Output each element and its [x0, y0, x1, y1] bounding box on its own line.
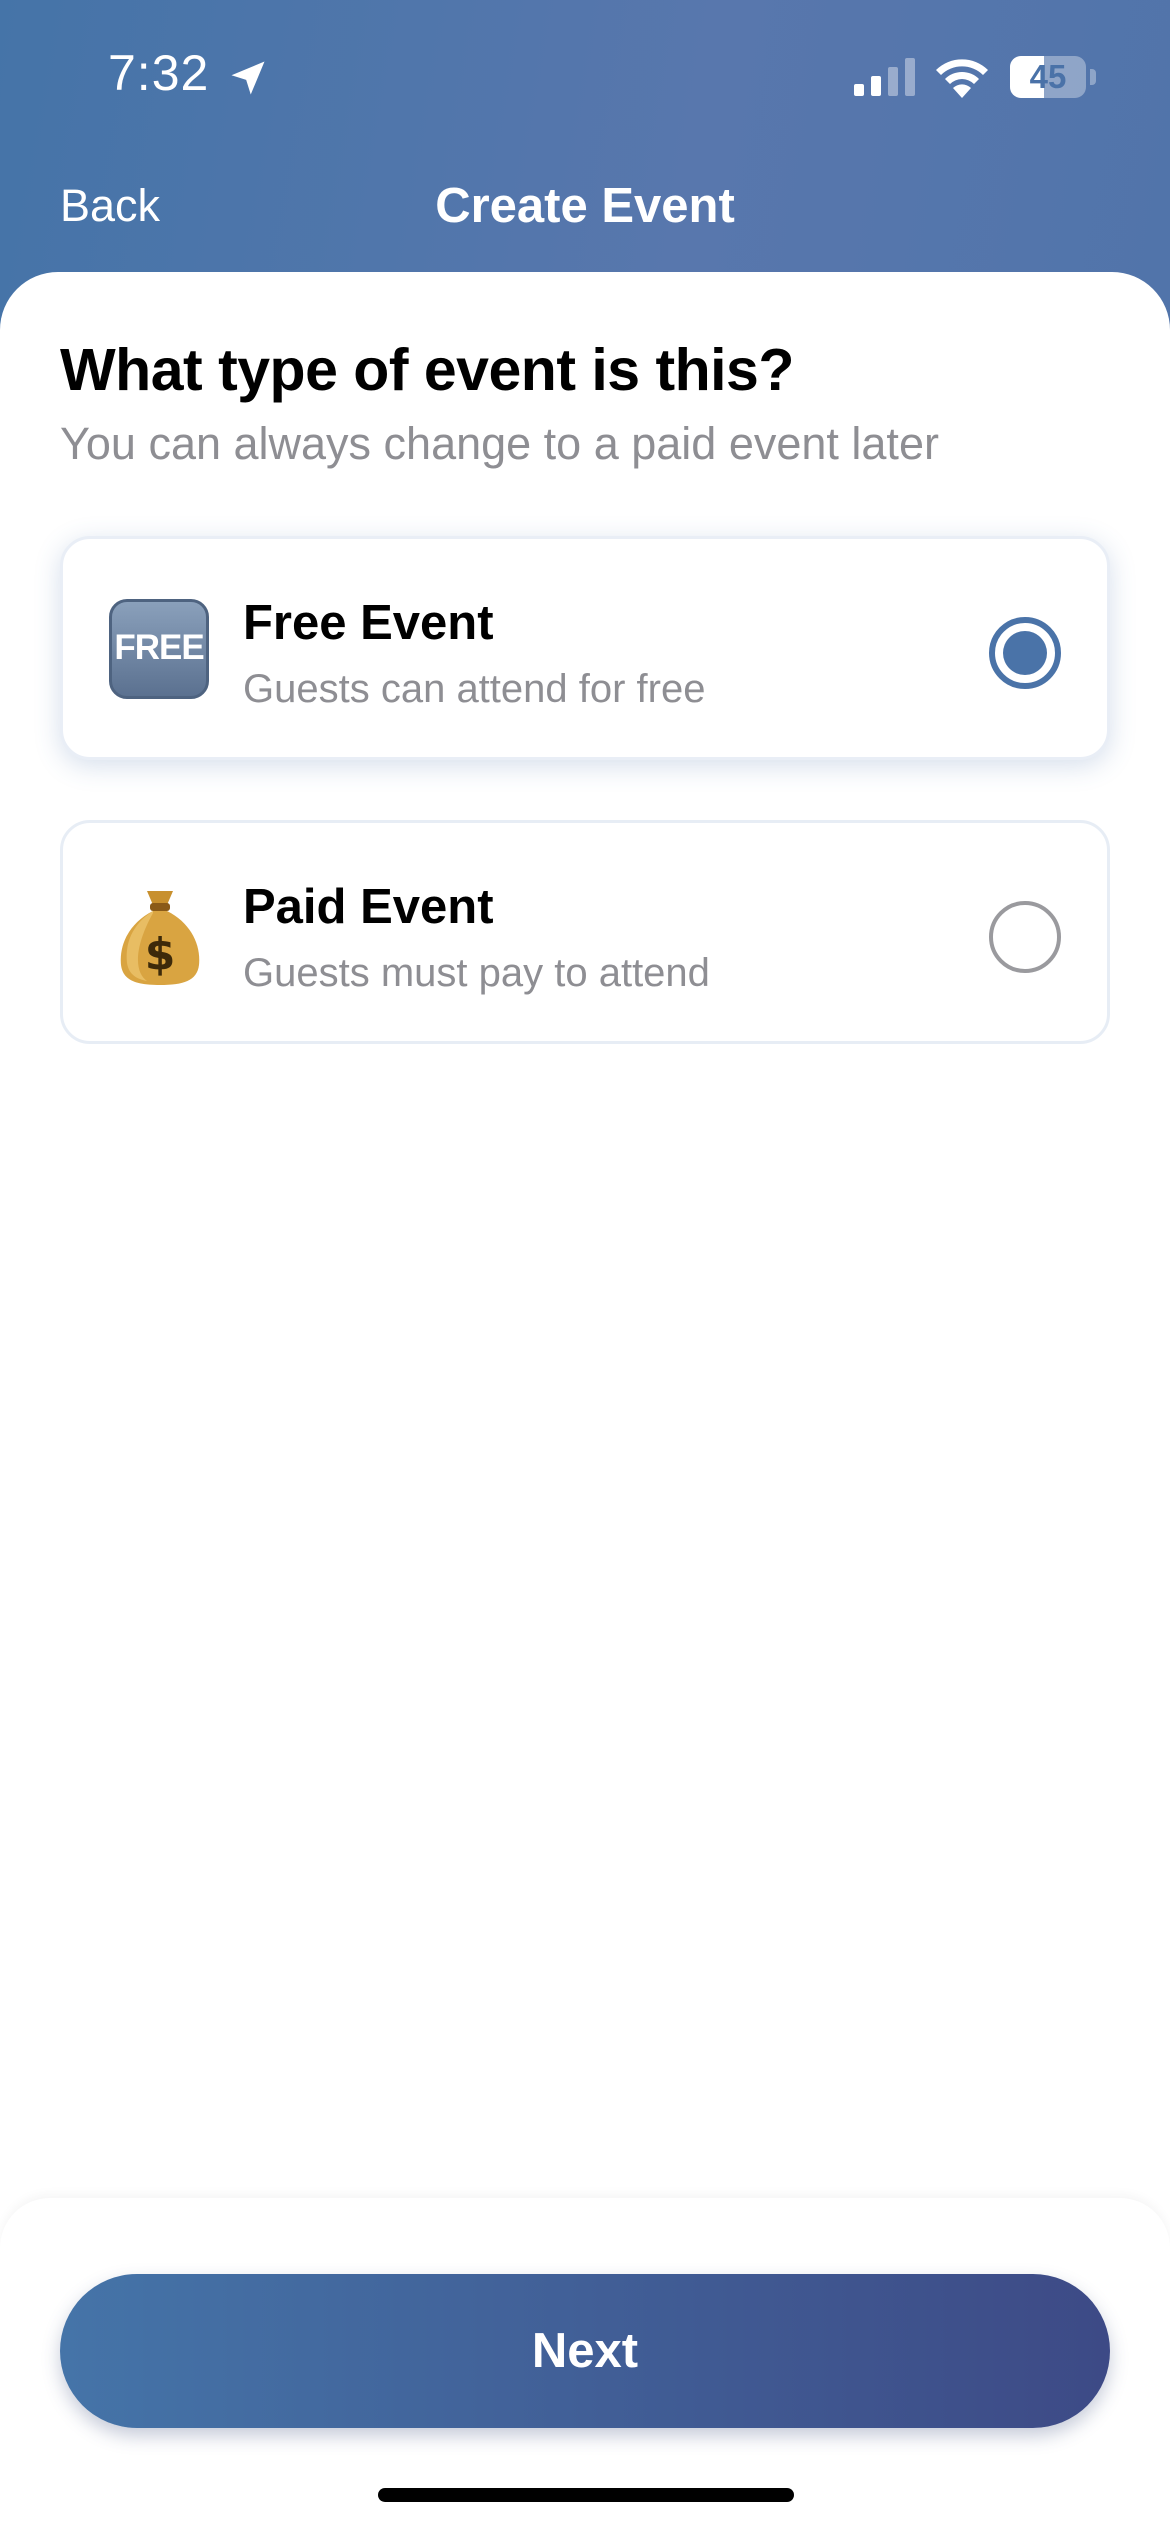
next-button[interactable]: Next [60, 2274, 1110, 2428]
option-title: Paid Event [243, 880, 494, 934]
option-free-event[interactable]: FREE Free Event Guests can attend for fr… [60, 536, 1110, 760]
question-heading: What type of event is this? [60, 337, 794, 403]
bottom-action-bar: Next [0, 2198, 1170, 2532]
content-sheet: What type of event is this? You can alwa… [0, 272, 1170, 2532]
home-indicator [378, 2488, 794, 2502]
wifi-icon [936, 59, 988, 98]
radio-selected-dot [1003, 631, 1047, 675]
radio-button-paid[interactable] [989, 901, 1061, 973]
svg-text:$: $ [145, 929, 176, 980]
location-arrow-icon [231, 61, 265, 95]
free-icon: FREE [109, 599, 209, 699]
battery-level: 45 [1029, 58, 1067, 95]
battery-icon: 45 [1010, 56, 1096, 98]
money-bag-icon: $ [120, 891, 200, 985]
question-subtitle: You can always change to a paid event la… [60, 418, 939, 469]
option-description: Guests must pay to attend [243, 951, 710, 995]
signal-icon [854, 58, 915, 96]
status-bar: 7:32 45 [0, 0, 1170, 150]
option-paid-event[interactable]: $ Paid Event Guests must pay to attend [60, 820, 1110, 1044]
status-time: 7:32 [108, 45, 210, 101]
option-description: Guests can attend for free [243, 667, 706, 711]
radio-button-free[interactable] [989, 617, 1061, 689]
page-title: Create Event [435, 179, 735, 233]
navigation-bar: Back Create Event [0, 160, 1170, 260]
option-title: Free Event [243, 596, 494, 650]
